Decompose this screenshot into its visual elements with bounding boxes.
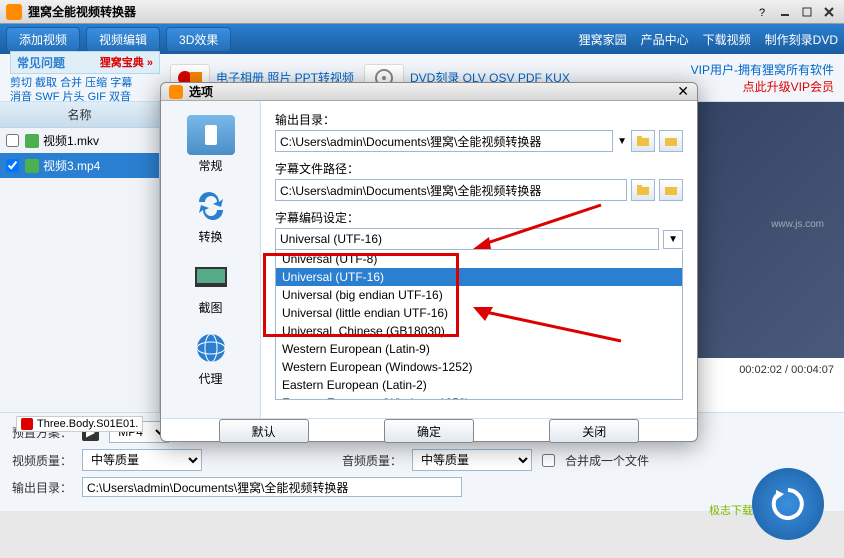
dialog-icon xyxy=(169,85,183,99)
encoding-option[interactable]: Western European (Latin-9) xyxy=(276,340,682,358)
tab-proxy[interactable]: 代理 xyxy=(171,324,251,391)
open-folder-icon[interactable] xyxy=(659,179,683,201)
encoding-option[interactable]: Eastern European (Latin-2) xyxy=(276,376,682,394)
dialog-overlay: 选项 ✕ 常规 转换 截图 代理 xyxy=(0,0,844,558)
encoding-field-label: 字幕编码设定： xyxy=(275,209,683,226)
ok-button[interactable]: 确定 xyxy=(384,419,474,443)
tab-screenshot[interactable]: 截图 xyxy=(171,253,251,320)
open-folder-icon[interactable] xyxy=(659,130,683,152)
encoding-option[interactable]: Universal (little endian UTF-16) xyxy=(276,304,682,322)
dialog-main: 输出目录： ▼ 字幕文件路径： xyxy=(261,101,697,418)
encoding-option[interactable]: Universal, Chinese (GB18030) xyxy=(276,322,682,340)
dropdown-icon[interactable]: ▼ xyxy=(663,230,683,249)
dialog-title: 选项 xyxy=(189,83,677,100)
dropdown-icon[interactable]: ▼ xyxy=(617,136,627,147)
encoding-option[interactable]: Western European (Windows-1252) xyxy=(276,358,682,376)
encoding-listbox[interactable]: Universal (UTF-8) Universal (UTF-16) Uni… xyxy=(275,250,683,400)
encoding-option[interactable]: Universal (UTF-8) xyxy=(276,250,682,268)
cancel-button[interactable]: 关闭 xyxy=(549,419,639,443)
dialog-titlebar: 选项 ✕ xyxy=(161,83,697,101)
browse-folder-icon[interactable] xyxy=(631,179,655,201)
encoding-select[interactable] xyxy=(275,228,659,250)
subpath-field-label: 字幕文件路径： xyxy=(275,160,683,177)
encoding-option[interactable]: Universal (UTF-16) xyxy=(276,268,682,286)
outdir-field-label: 输出目录： xyxy=(275,111,683,128)
dialog-sidebar: 常规 转换 截图 代理 xyxy=(161,101,261,418)
default-button[interactable]: 默认 xyxy=(219,419,309,443)
dialog-subpath-input[interactable] xyxy=(275,179,627,201)
encoding-option[interactable]: Eastern European (Windows-1250) xyxy=(276,394,682,400)
options-dialog: 选项 ✕ 常规 转换 截图 代理 xyxy=(160,82,698,442)
dialog-footer: 默认 确定 关闭 xyxy=(161,418,697,443)
encoding-option[interactable]: Universal (big endian UTF-16) xyxy=(276,286,682,304)
browse-folder-icon[interactable] xyxy=(631,130,655,152)
dialog-close-icon[interactable]: ✕ xyxy=(677,83,689,100)
tab-general[interactable]: 常规 xyxy=(171,111,251,178)
dialog-outdir-input[interactable] xyxy=(275,130,613,152)
tab-convert[interactable]: 转换 xyxy=(171,182,251,249)
